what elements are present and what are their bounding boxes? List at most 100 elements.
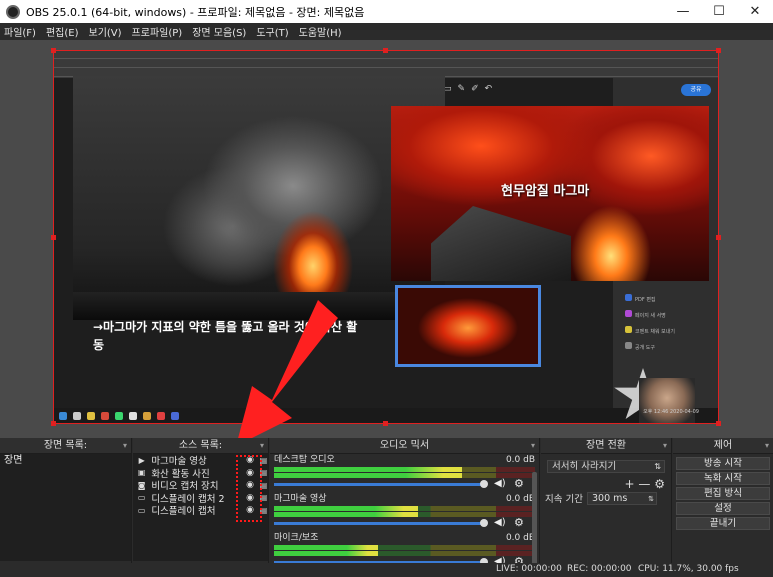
meter-fill bbox=[274, 551, 379, 556]
dock-pin-icon[interactable]: ▾ bbox=[663, 438, 667, 454]
resize-handle[interactable] bbox=[716, 48, 721, 53]
start-recording-button[interactable]: 녹화 시작 bbox=[676, 472, 770, 485]
window-title: OBS 25.0.1 (64-bit, windows) - 프로파일: 제목없… bbox=[26, 5, 365, 19]
volume-meter bbox=[274, 506, 535, 511]
resize-handle[interactable] bbox=[716, 421, 721, 426]
transition-select[interactable]: 서서히 사라지기 ⇅ bbox=[547, 460, 665, 473]
resize-handle[interactable] bbox=[383, 48, 388, 53]
maximize-button[interactable]: ☐ bbox=[701, 0, 737, 23]
undo-icon: ↶ bbox=[484, 84, 493, 94]
duration-label: 지속 기간 bbox=[545, 494, 583, 505]
menu-view[interactable]: 보기(V) bbox=[89, 24, 122, 39]
scene-item[interactable]: 장면 bbox=[0, 454, 131, 468]
menu-edit[interactable]: 편집(E) bbox=[46, 24, 79, 39]
channel-db: 0.0 dB bbox=[505, 533, 535, 543]
dock-pin-icon[interactable]: ▾ bbox=[531, 438, 535, 454]
magma-image: 현무암질 마그마 bbox=[391, 106, 709, 281]
sign-icon: ✐ bbox=[471, 84, 479, 94]
menu-bar: 파일(F) 편집(E) 보기(V) 프로파일(P) 장면 모음(S) 도구(T)… bbox=[0, 23, 773, 40]
chevron-down-icon: ⇅ bbox=[654, 462, 661, 471]
status-bar: LIVE: 00:00:00 REC: 00:00:00 CPU: 11.7%,… bbox=[0, 563, 773, 577]
dock-pin-icon[interactable]: ▾ bbox=[123, 438, 127, 454]
transitions-dock: 장면 전환 ▾ 서서히 사라지기 ⇅ + — ⚙ 지속 기간 300 ms ⇅ bbox=[541, 438, 672, 577]
resize-handle[interactable] bbox=[51, 421, 56, 426]
duration-input[interactable]: 300 ms ⇅ bbox=[586, 491, 657, 505]
volume-meter bbox=[274, 467, 535, 472]
minimize-button[interactable]: — bbox=[665, 0, 701, 23]
channel-db: 0.0 dB bbox=[505, 455, 535, 465]
channel-db: 0.0 dB bbox=[505, 494, 535, 504]
meter-fill bbox=[274, 467, 462, 472]
speaker-icon[interactable]: ◀) bbox=[494, 478, 506, 489]
scenes-list[interactable]: 장면 bbox=[0, 454, 131, 561]
mixer-scrollbar[interactable] bbox=[532, 472, 537, 572]
resize-handle[interactable] bbox=[51, 235, 56, 240]
menu-file[interactable]: 파일(F) bbox=[4, 24, 36, 39]
channel-name: 마그마술 영상 bbox=[274, 494, 327, 504]
transitions-title: 장면 전환 bbox=[586, 440, 626, 451]
scenes-dock: 장면 목록:▾ 장면 + — ∧ ∨ bbox=[0, 438, 132, 577]
mixer-title: 오디오 믹서 bbox=[379, 440, 430, 451]
webcam-capture bbox=[639, 378, 695, 424]
captured-clock: 오후 12:46 2020-04-09 bbox=[643, 409, 699, 415]
volume-meter bbox=[274, 545, 535, 550]
add-transition-button[interactable]: + bbox=[625, 477, 635, 491]
slide-caption: →마그마가 지표의 약한 틈을 뚫고 올라 것이 화산 활동 bbox=[93, 320, 358, 352]
volcano-small-image bbox=[395, 285, 541, 367]
audio-mixer-dock: 오디오 믹서 ▾ 데스크탑 오디오 0.0 dB ◀) ⚙ 마그마술 영상 0.0 d… bbox=[270, 438, 540, 577]
mixer-channel: 데스크탑 오디오 0.0 dB ◀) ⚙ bbox=[270, 454, 539, 493]
menu-tools[interactable]: 도구(T) bbox=[256, 24, 288, 39]
captured-share-button: 공유 bbox=[681, 84, 711, 96]
dock-pin-icon[interactable]: ▾ bbox=[260, 438, 264, 454]
visibility-highlight bbox=[236, 455, 262, 522]
spinner-icon[interactable]: ⇅ bbox=[648, 493, 654, 505]
mixer-channels: 데스크탑 오디오 0.0 dB ◀) ⚙ 마그마술 영상 0.0 dB ◀) ⚙ 마… bbox=[270, 454, 539, 577]
magma-label: 현무암질 마그마 bbox=[501, 184, 590, 199]
menu-scene-collection[interactable]: 장면 모음(S) bbox=[192, 24, 246, 39]
channel-name: 데스크탑 오디오 bbox=[274, 455, 335, 465]
obs-logo-icon bbox=[6, 4, 20, 19]
play-icon: ▶ bbox=[138, 455, 145, 465]
channel-name: 마이크/보조 bbox=[274, 533, 319, 543]
settings-button[interactable]: 설정 bbox=[676, 502, 770, 515]
fader-knob[interactable] bbox=[480, 480, 488, 488]
volume-fader[interactable]: ◀) ⚙ bbox=[274, 516, 535, 529]
meter-fill bbox=[274, 473, 462, 478]
controls-title: 제어 bbox=[713, 440, 733, 451]
preview-area[interactable]: ▭ ✎ ✐ ↶ 공유 PDF 편집 페이지 새 서명 코멘트 채워 보내기 공개… bbox=[0, 40, 773, 438]
meter-fill bbox=[274, 545, 379, 550]
fader-knob[interactable] bbox=[480, 519, 488, 527]
resize-handle[interactable] bbox=[51, 48, 56, 53]
menu-profile[interactable]: 프로파일(P) bbox=[132, 24, 183, 39]
camera-icon: ◙ bbox=[137, 480, 146, 490]
speaker-icon[interactable]: ◀) bbox=[494, 517, 506, 528]
close-button[interactable]: ✕ bbox=[737, 0, 773, 23]
resize-handle[interactable] bbox=[716, 235, 721, 240]
menu-help[interactable]: 도움말(H) bbox=[299, 24, 342, 39]
sources-title: 소스 목록: bbox=[178, 440, 223, 451]
meter-fill bbox=[274, 512, 418, 517]
dock-pin-icon[interactable]: ▾ bbox=[765, 438, 769, 454]
exit-button[interactable]: 끝내기 bbox=[676, 517, 770, 530]
cpu-status: CPU: 11.7%, 30.00 fps bbox=[638, 564, 739, 574]
remove-transition-button[interactable]: — bbox=[638, 477, 650, 491]
gear-icon[interactable]: ⚙ bbox=[514, 477, 524, 490]
resize-handle[interactable] bbox=[383, 421, 388, 426]
live-status: LIVE: 00:00:00 bbox=[496, 564, 562, 574]
gear-icon[interactable]: ⚙ bbox=[654, 477, 665, 491]
pen-icon: ✎ bbox=[457, 84, 466, 94]
captured-side-item: 페이지 새 서명 bbox=[625, 310, 666, 319]
volume-fader[interactable]: ◀) ⚙ bbox=[274, 477, 535, 490]
monitor-icon: ▭ bbox=[137, 493, 146, 503]
start-streaming-button[interactable]: 방송 시작 bbox=[676, 457, 770, 470]
captured-side-item: 공개 도구 bbox=[625, 342, 655, 351]
preview-canvas[interactable]: ▭ ✎ ✐ ↶ 공유 PDF 편집 페이지 새 서명 코멘트 채워 보내기 공개… bbox=[53, 50, 719, 424]
scenes-title: 장면 목록: bbox=[43, 440, 88, 451]
image-icon: ▣ bbox=[137, 468, 146, 478]
title-bar: OBS 25.0.1 (64-bit, windows) - 프로파일: 제목없… bbox=[0, 0, 773, 23]
captured-toolbar: ▭ ✎ ✐ ↶ bbox=[443, 80, 603, 98]
rec-status: REC: 00:00:00 bbox=[567, 564, 632, 574]
monitor-icon: ▭ bbox=[137, 505, 146, 515]
gear-icon[interactable]: ⚙ bbox=[514, 516, 524, 529]
studio-mode-button[interactable]: 편집 방식 bbox=[676, 487, 770, 500]
